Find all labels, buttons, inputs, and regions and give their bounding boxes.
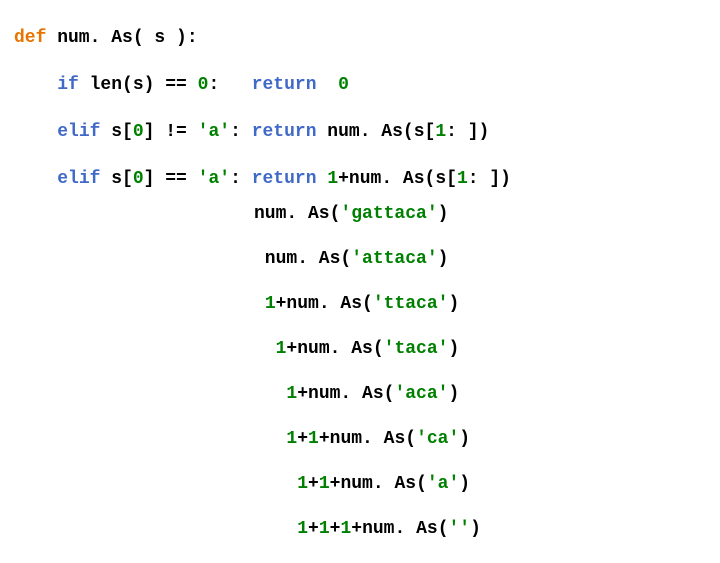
- literal-char: 'a': [198, 122, 230, 142]
- code-line-2: if len(s) == 0: return 0: [14, 74, 511, 97]
- literal-string: 'ttaca': [373, 294, 449, 314]
- code-line-3: elif s[0] != 'a': return num. As(s[1: ]): [14, 121, 511, 144]
- trace-line-4: 1+num. As('taca'): [254, 338, 481, 361]
- recursion-trace: num. As('gattaca') num. As('attaca') 1+n…: [254, 180, 481, 563]
- literal-zero: 0: [338, 75, 349, 95]
- literal-string: 'ca': [416, 429, 459, 449]
- code-line-1: def num. As( s ):: [14, 27, 511, 50]
- trace-line-5: 1+num. As('aca'): [254, 383, 481, 406]
- keyword-elif: elif: [57, 169, 100, 189]
- trace-line-8: 1+1+1+num. As(''): [254, 518, 481, 541]
- literal-string: 'gattaca': [340, 204, 437, 224]
- keyword-elif: elif: [57, 122, 100, 142]
- literal-string: 'taca': [384, 339, 449, 359]
- literal-string: 'attaca': [351, 249, 437, 269]
- literal-string: '': [449, 519, 471, 539]
- trace-line-3: 1+num. As('ttaca'): [254, 293, 481, 316]
- trace-line-2: num. As('attaca'): [254, 248, 481, 271]
- keyword-def: def: [14, 28, 46, 48]
- keyword-if: if: [57, 75, 79, 95]
- literal-char: 'a': [198, 169, 230, 189]
- literal-zero: 0: [198, 75, 209, 95]
- keyword-return: return: [252, 75, 317, 95]
- trace-line-1: num. As('gattaca'): [254, 203, 481, 226]
- literal-string: 'aca': [394, 384, 448, 404]
- trace-line-6: 1+1+num. As('ca'): [254, 428, 481, 451]
- keyword-return: return: [252, 122, 317, 142]
- trace-line-7: 1+1+num. As('a'): [254, 473, 481, 496]
- literal-string: 'a': [427, 474, 459, 494]
- code-text: num. As( s ):: [46, 28, 197, 48]
